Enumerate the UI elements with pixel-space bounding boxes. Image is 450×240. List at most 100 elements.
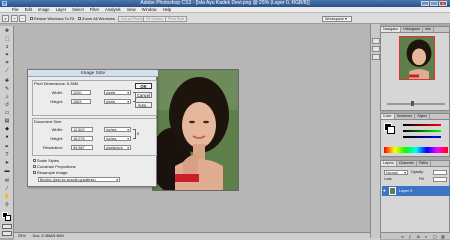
tab-styles[interactable]: Styles (415, 114, 430, 119)
bg-color-swatch[interactable] (387, 126, 395, 134)
color-spectrum-bar[interactable] (384, 147, 448, 153)
layer-row[interactable]: ● Layer 0 (382, 186, 450, 196)
zoom-all-option[interactable]: Zoom All Windows (78, 16, 115, 21)
quick-mask-button[interactable] (2, 224, 12, 229)
document-image[interactable] (152, 69, 239, 191)
history-brush-tool-icon[interactable]: ↺ (2, 102, 12, 109)
tab-channels[interactable]: Channels (397, 161, 417, 166)
auto-button[interactable]: Auto... (135, 102, 152, 108)
menu-select[interactable]: Select (72, 7, 84, 12)
shape-tool-icon[interactable]: ▬ (2, 168, 12, 175)
resample-checkbox[interactable] (33, 171, 36, 175)
tab-navigator[interactable]: Navigator (381, 27, 402, 32)
link-layers-icon[interactable]: ∞ (401, 234, 404, 239)
magic-wand-tool-icon[interactable]: ✦ (2, 52, 12, 59)
menu-image[interactable]: Image (38, 7, 50, 12)
tab-histogram[interactable]: Histogram (401, 27, 423, 32)
menu-help[interactable]: Help (163, 7, 172, 12)
doc-height-unit-select[interactable]: inches (104, 136, 131, 141)
tab-swatches[interactable]: Swatches (395, 114, 416, 119)
width-input[interactable]: 1200 (71, 90, 91, 95)
fill-input[interactable] (433, 177, 447, 182)
opacity-input[interactable] (433, 170, 447, 175)
tab-info[interactable]: Info (423, 27, 434, 32)
minimize-button[interactable]: – (421, 1, 429, 6)
doc-height-input[interactable]: 16.075 (71, 136, 93, 141)
resize-windows-checkbox[interactable] (30, 17, 33, 21)
fit-screen-button[interactable]: Fit Screen (143, 15, 167, 22)
resolution-unit-select[interactable]: pixels/inch (104, 145, 131, 150)
hand-tool-icon[interactable]: ✋ (2, 194, 12, 201)
constrain-proportions-option[interactable]: Constrain Proportions (33, 164, 76, 169)
background-color-swatch[interactable] (5, 215, 11, 221)
ok-button[interactable]: OK (135, 83, 152, 89)
adjustment-icon[interactable]: ◐ (425, 234, 427, 239)
trash-icon[interactable]: ▥ (441, 234, 445, 239)
eraser-tool-icon[interactable]: ▭ (2, 110, 12, 117)
red-slider[interactable] (403, 124, 441, 126)
height-unit-select[interactable]: pixels (104, 99, 131, 104)
tab-paths[interactable]: Paths (417, 161, 432, 166)
menu-edit[interactable]: Edit (25, 7, 32, 12)
resample-option[interactable]: Resample Image: (33, 170, 68, 175)
type-tool-icon[interactable]: T (2, 152, 12, 159)
zoom-in-icon[interactable]: + (11, 15, 18, 22)
move-tool-icon[interactable]: ✥ (2, 28, 12, 35)
width-unit-select[interactable]: pixels (104, 90, 131, 95)
scale-styles-checkbox[interactable] (33, 159, 36, 163)
menu-file[interactable]: File (12, 7, 19, 12)
doc-width-input[interactable]: 12.502 (71, 127, 93, 132)
menu-window[interactable]: Window (142, 7, 157, 12)
resize-windows-option[interactable]: Resize Windows To Fit (30, 16, 74, 21)
maximize-button[interactable]: □ (430, 1, 438, 6)
panel-strip-icon[interactable] (372, 54, 380, 60)
zoom-tool-icon[interactable]: ⚲ (2, 202, 12, 209)
zoom-out-icon[interactable]: − (19, 15, 26, 22)
print-size-button[interactable]: Print Size (165, 15, 188, 22)
zoom-tool-icon[interactable]: ⌕ (2, 15, 9, 22)
resample-method-select[interactable]: Bicubic (best for smooth gradients) (38, 177, 120, 182)
crop-tool-icon[interactable]: ⌗ (2, 60, 12, 67)
path-selection-tool-icon[interactable]: ➤ (2, 160, 12, 167)
height-input[interactable]: 1563 (71, 99, 91, 104)
constrain-proportions-checkbox[interactable] (33, 165, 36, 169)
healing-brush-tool-icon[interactable]: ✚ (2, 78, 12, 85)
new-layer-icon[interactable]: ▢ (433, 234, 437, 239)
dodge-tool-icon[interactable]: ● (2, 134, 12, 141)
workspace-dropdown[interactable]: Workspace ▾ (322, 15, 352, 22)
doc-width-unit-select[interactable]: inches (104, 127, 131, 132)
blue-slider[interactable] (403, 136, 441, 138)
notes-tool-icon[interactable]: ✉ (2, 178, 12, 185)
tab-layers[interactable]: Layers (381, 161, 397, 166)
lasso-tool-icon[interactable]: ↄ (2, 44, 12, 51)
green-slider[interactable] (403, 130, 441, 132)
menu-analysis[interactable]: Analysis (105, 7, 121, 12)
panel-strip-icon[interactable] (372, 46, 380, 52)
tab-color[interactable]: Color (381, 114, 395, 119)
resolution-input[interactable]: 95.987 (71, 145, 93, 150)
scale-styles-option[interactable]: Scale Styles (33, 158, 59, 163)
panel-strip-icon[interactable] (372, 38, 380, 44)
clone-stamp-tool-icon[interactable]: ⊥ (2, 94, 12, 101)
navigator-thumbnail[interactable] (399, 36, 435, 80)
zoom-level[interactable]: 25% (18, 234, 26, 238)
gradient-tool-icon[interactable]: ▤ (2, 118, 12, 125)
close-button[interactable]: × (439, 1, 447, 6)
eyedropper-tool-icon[interactable]: ⁄ (2, 186, 12, 193)
blur-tool-icon[interactable]: ◆ (2, 126, 12, 133)
pen-tool-icon[interactable]: ✒ (2, 144, 12, 151)
slice-tool-icon[interactable]: ⟋ (2, 68, 12, 75)
fx-icon[interactable]: ƒ (409, 234, 411, 239)
layer-name[interactable]: Layer 0 (399, 188, 412, 193)
eye-icon[interactable]: ● (383, 188, 386, 193)
screen-mode-button[interactable] (2, 231, 12, 236)
blend-mode-select[interactable]: Normal (384, 170, 408, 175)
zoom-all-checkbox[interactable] (78, 17, 81, 21)
marquee-tool-icon[interactable]: ⬚ (2, 36, 12, 43)
zoom-slider-thumb[interactable] (411, 101, 414, 106)
menu-view[interactable]: View (127, 7, 136, 12)
actual-pixels-button[interactable]: Actual Pixels (118, 15, 146, 22)
brush-tool-icon[interactable]: ✎ (2, 86, 12, 93)
menu-layer[interactable]: Layer (56, 7, 66, 12)
mask-icon[interactable]: ◘ (417, 234, 419, 239)
